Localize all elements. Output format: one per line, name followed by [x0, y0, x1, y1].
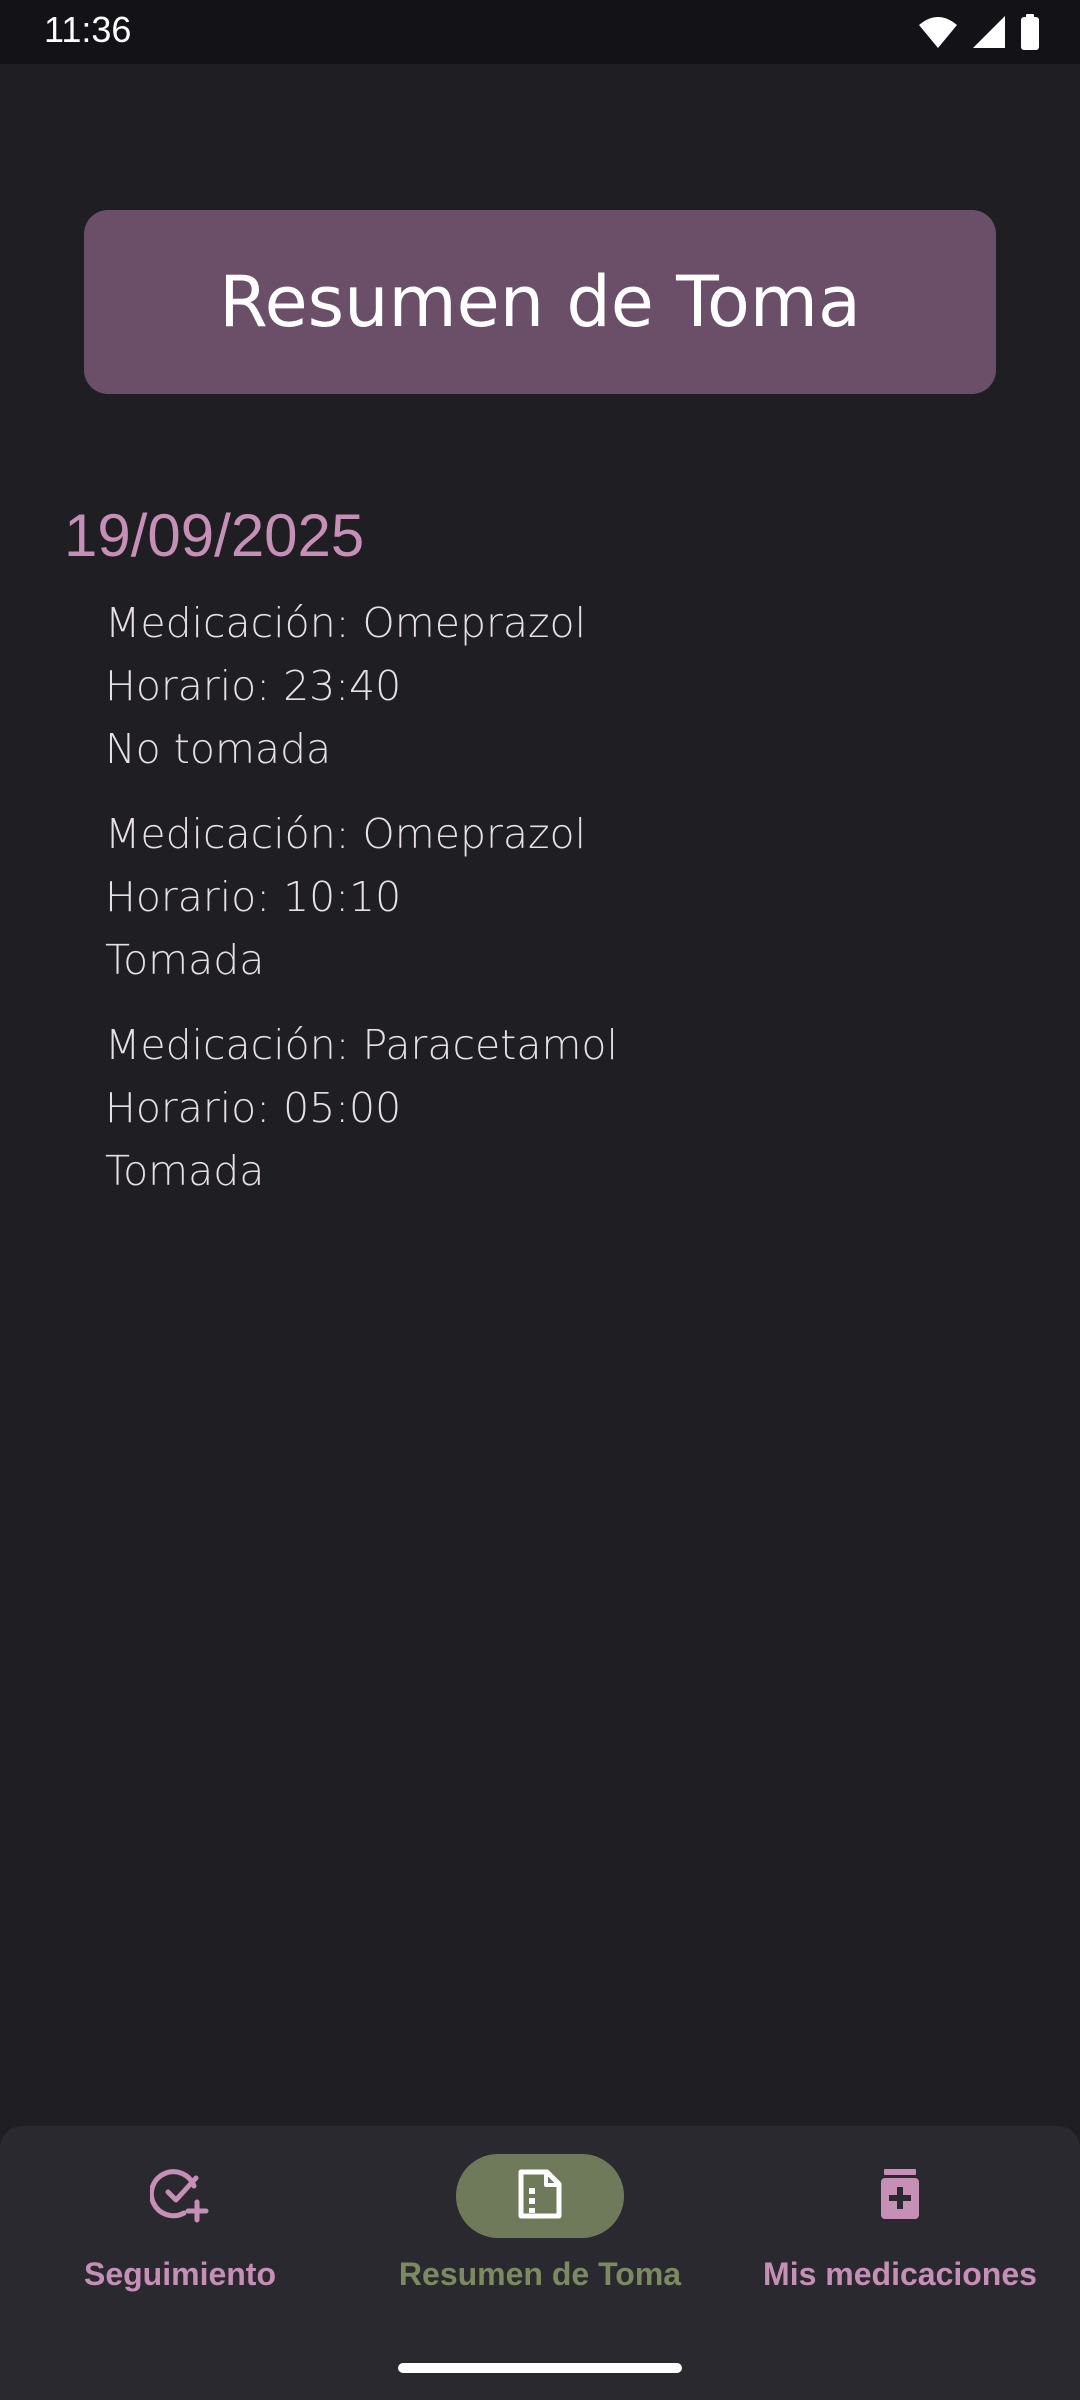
- schedule-time: Horario: 05:00: [105, 1084, 402, 1132]
- status-bar: 11:36: [0, 0, 1080, 64]
- battery-icon: [1020, 14, 1040, 50]
- medication-name: Medicación: Paracetamol: [105, 1021, 618, 1069]
- list-item: Medicación: Omeprazol Horario: 10:10 Tom…: [105, 803, 1005, 992]
- page-title: Resumen de Toma: [219, 261, 861, 343]
- intake-status: Tomada: [105, 1147, 265, 1195]
- date-heading: 19/09/2025: [64, 502, 365, 569]
- intake-status: No tomada: [105, 725, 332, 773]
- schedule-time: Horario: 10:10: [105, 873, 402, 921]
- nav-icon-container: [96, 2154, 264, 2238]
- home-indicator[interactable]: [398, 2363, 682, 2373]
- medication-name: Medicación: Omeprazol: [105, 810, 586, 858]
- wifi-icon: [918, 15, 958, 49]
- bottom-navigation: Seguimiento Resumen de Toma Mis medicaci…: [0, 2126, 1080, 2400]
- nav-label-resumen-de-toma: Resumen de Toma: [398, 2256, 682, 2292]
- nav-item-mis-medicaciones[interactable]: Mis medicaciones: [720, 2154, 1080, 2324]
- nav-icon-container: [816, 2154, 984, 2238]
- check-circle-add-icon: [148, 2164, 210, 2228]
- document-summary-icon: [515, 2168, 565, 2224]
- status-icons: [918, 14, 1040, 50]
- signal-icon: [972, 15, 1006, 49]
- schedule-time: Horario: 23:40: [105, 662, 402, 710]
- nav-item-resumen-de-toma[interactable]: Resumen de Toma: [360, 2154, 720, 2324]
- nav-item-seguimiento[interactable]: Seguimiento: [0, 2154, 360, 2324]
- header-card: Resumen de Toma: [84, 210, 996, 394]
- nav-label-seguimiento: Seguimiento: [83, 2256, 276, 2292]
- intake-list: Medicación: Omeprazol Horario: 23:40 No …: [105, 592, 1005, 1225]
- list-item: Medicación: Paracetamol Horario: 05:00 T…: [105, 1014, 1005, 1203]
- intake-status: Tomada: [105, 936, 265, 984]
- list-item: Medicación: Omeprazol Horario: 23:40 No …: [105, 592, 1005, 781]
- medication-bottle-icon: [878, 2167, 922, 2225]
- status-time: 11:36: [44, 9, 132, 50]
- nav-label-mis-medicaciones: Mis medicaciones: [763, 2256, 1037, 2292]
- medication-name: Medicación: Omeprazol: [105, 599, 586, 647]
- nav-icon-container-active: [456, 2154, 624, 2238]
